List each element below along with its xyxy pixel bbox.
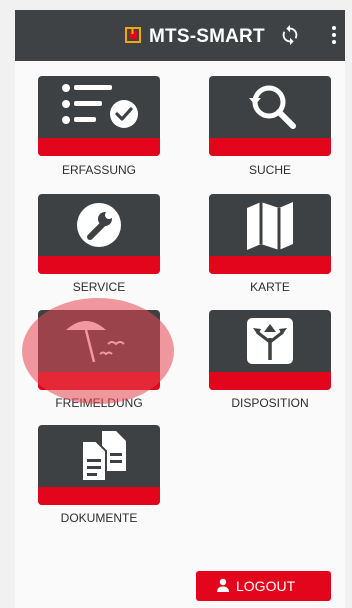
sync-icon[interactable] xyxy=(279,24,301,46)
tile-accent-stripe xyxy=(209,372,331,390)
tile-service[interactable] xyxy=(38,194,160,274)
search-history-icon xyxy=(249,85,296,129)
tile-label-dokumente: DOKUMENTE xyxy=(60,511,138,525)
beach-umbrella-icon xyxy=(66,321,125,363)
tile-suche[interactable] xyxy=(209,76,331,156)
tile-accent-stripe xyxy=(38,487,160,505)
tile-disposition[interactable] xyxy=(209,310,331,390)
tile-freimeldung[interactable] xyxy=(38,310,160,390)
tile-accent-stripe xyxy=(38,138,160,156)
person-icon xyxy=(217,578,229,592)
more-vert-icon[interactable] xyxy=(331,24,337,46)
tile-label-disposition: DISPOSITION xyxy=(231,396,309,410)
documents-icon xyxy=(81,431,126,482)
app-title: MTS-SMART xyxy=(149,26,265,47)
tile-erfassung[interactable] xyxy=(38,76,160,156)
tile-label-freimeldung: FREIMELDUNG xyxy=(55,396,143,410)
wrench-icon xyxy=(77,203,121,247)
app-logo-icon xyxy=(125,27,141,43)
tile-accent-stripe xyxy=(38,256,160,274)
tile-label-suche: SUCHE xyxy=(248,163,291,177)
tile-accent-stripe xyxy=(38,372,160,390)
logout-label: LOGOUT xyxy=(236,578,296,594)
tile-accent-stripe xyxy=(209,138,331,156)
tile-label-karte: KARTE xyxy=(250,280,290,294)
tile-accent-stripe xyxy=(209,256,331,274)
top-app-bar: MTS-SMART xyxy=(15,10,345,61)
tile-label-erfassung: ERFASSUNG xyxy=(61,163,136,177)
checklist-icon xyxy=(62,84,138,128)
directions-icon xyxy=(247,318,293,364)
tile-karte[interactable] xyxy=(209,194,331,274)
tile-dokumente[interactable] xyxy=(38,425,160,505)
map-icon xyxy=(247,202,293,250)
logout-button[interactable]: LOGOUT xyxy=(196,571,331,601)
tile-label-service: SERVICE xyxy=(72,280,126,294)
